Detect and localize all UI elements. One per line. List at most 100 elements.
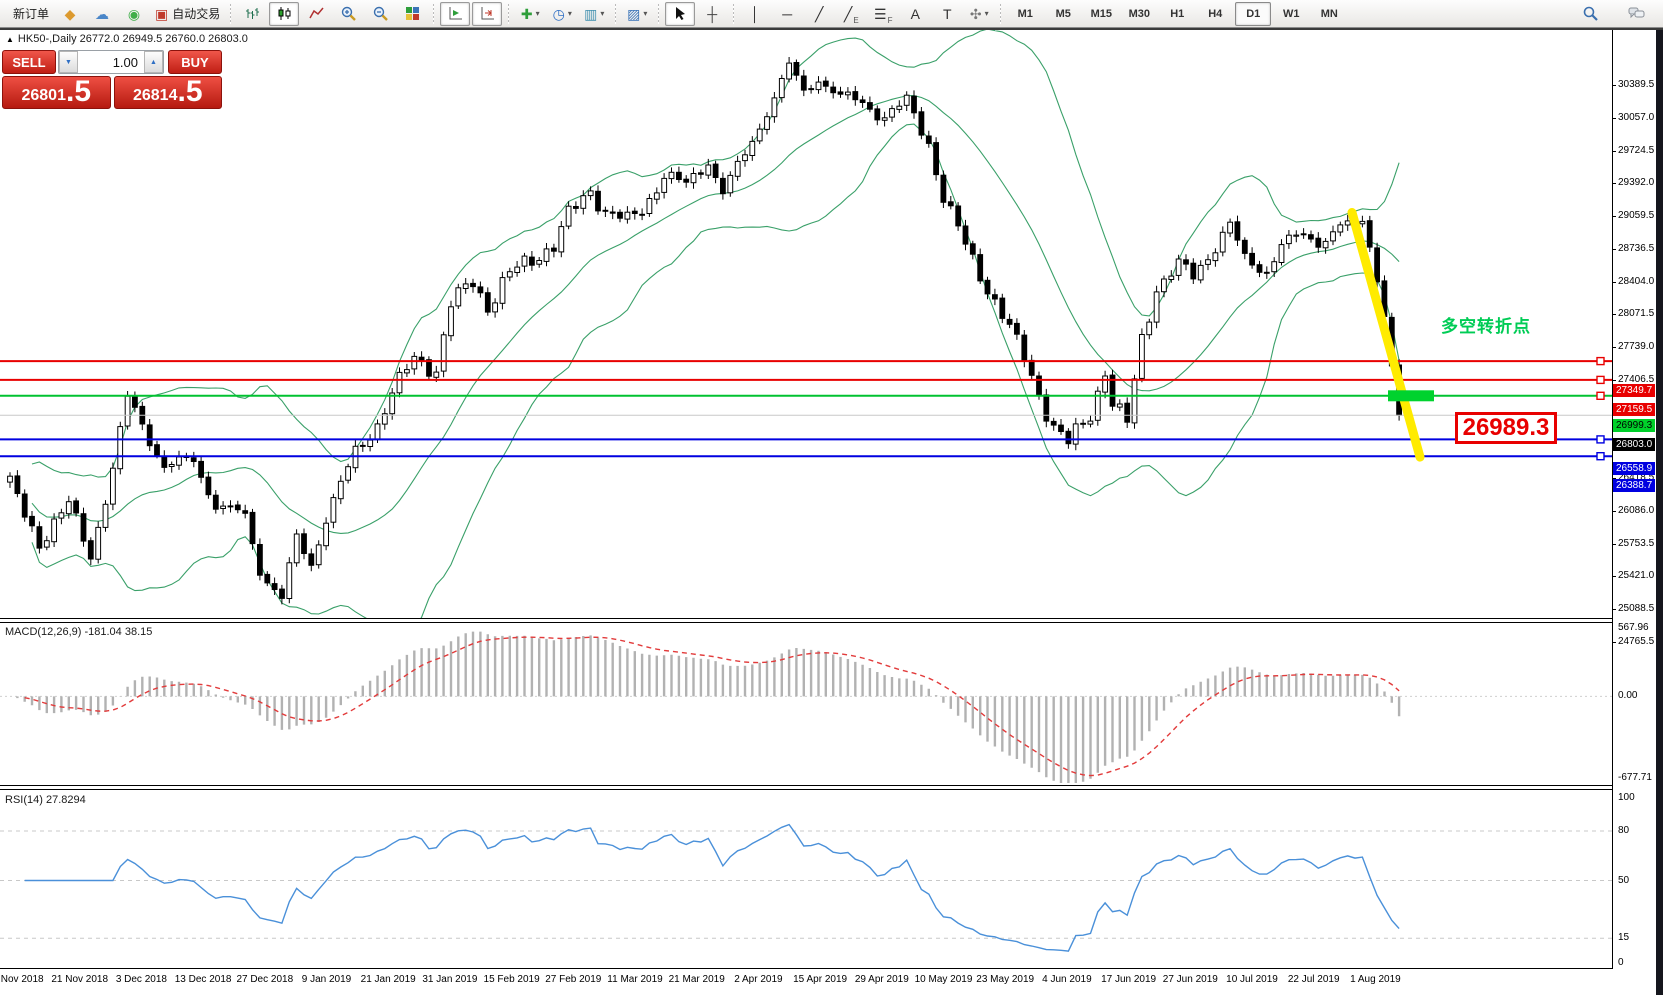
- community-icon[interactable]: ☁: [87, 2, 117, 26]
- auto-scroll-button[interactable]: [440, 2, 470, 26]
- text-button[interactable]: A: [900, 2, 930, 26]
- macd-canvas[interactable]: [0, 623, 1612, 783]
- toolbar-separator: [508, 4, 509, 24]
- timeframe-w1[interactable]: W1: [1273, 2, 1309, 26]
- date-tick: 4 Jun 2019: [1042, 974, 1092, 985]
- price-tick: 28071.5: [1618, 308, 1654, 319]
- trendline-button[interactable]: ╱: [804, 2, 834, 26]
- auto-scroll-icon: [447, 5, 464, 22]
- tile-windows-button[interactable]: [397, 2, 427, 26]
- date-tick: 11 Mar 2019: [607, 974, 662, 985]
- volume-input[interactable]: 1.00: [78, 51, 144, 73]
- date-tick: 9 Nov 2018: [0, 974, 44, 985]
- chart-title: ▲HK50-,Daily 26772.0 26949.5 26760.0 268…: [6, 33, 248, 45]
- line-chart-icon: [308, 5, 325, 22]
- buy-price: 26814: [133, 85, 178, 107]
- zoom-in-button[interactable]: [333, 2, 363, 26]
- timeframe-h1[interactable]: H1: [1159, 2, 1195, 26]
- zoom-in-icon: [340, 5, 357, 22]
- line-chart-button[interactable]: [301, 2, 331, 26]
- vertical-line-button[interactable]: │: [740, 2, 770, 26]
- fibonacci-button[interactable]: ☰F: [868, 2, 898, 26]
- macd-indicator-label: MACD(12,26,9) -181.04 38.15: [5, 626, 152, 638]
- text-label-button[interactable]: T: [932, 2, 962, 26]
- text-label-icon: T: [943, 7, 952, 21]
- timeframe-m30[interactable]: M30: [1121, 2, 1157, 26]
- new-order-button[interactable]: 新订单: [5, 2, 53, 26]
- crosshair-button[interactable]: ┼: [697, 2, 727, 26]
- search-button[interactable]: [1575, 2, 1605, 26]
- price-tick: 26086.0: [1618, 505, 1654, 516]
- chevron-down-icon[interactable]: ▾: [568, 9, 572, 18]
- zoom-out-button[interactable]: [365, 2, 395, 26]
- price-tick: 25088.5: [1618, 603, 1654, 614]
- periods-button[interactable]: ◷▾: [547, 2, 577, 26]
- sell-price: 26801: [21, 85, 66, 107]
- price-tick: 29724.5: [1618, 145, 1654, 156]
- indicators-button[interactable]: ▨▾: [622, 2, 652, 26]
- sell-button[interactable]: SELL: [2, 50, 56, 74]
- date-tick: 2 Apr 2019: [734, 974, 782, 985]
- date-tick: 10 Jul 2019: [1226, 974, 1278, 985]
- buy-price-button[interactable]: 26814 .5: [114, 76, 223, 109]
- timeframe-mn[interactable]: MN: [1311, 2, 1347, 26]
- date-tick: 31 Jan 2019: [422, 974, 477, 985]
- timeframe-m5[interactable]: M5: [1045, 2, 1081, 26]
- turning-point-annotation[interactable]: 多空转折点: [1441, 312, 1531, 337]
- date-tick: 15 Apr 2019: [793, 974, 847, 985]
- bar-chart-button[interactable]: [237, 2, 267, 26]
- equidistant-channel-button[interactable]: ╱E: [836, 2, 866, 26]
- chevron-down-icon[interactable]: ▾: [600, 9, 604, 18]
- date-tick: 29 Apr 2019: [855, 974, 909, 985]
- toolbar-separator: [615, 4, 616, 24]
- timeframe-h4[interactable]: H4: [1197, 2, 1233, 26]
- periods-icon: ◷: [553, 7, 565, 21]
- main-chart-canvas[interactable]: [0, 30, 1612, 618]
- horizontal-line-icon: ─: [782, 7, 792, 21]
- date-axis[interactable]: 9 Nov 201821 Nov 20183 Dec 201813 Dec 20…: [0, 971, 1612, 991]
- templates-button[interactable]: ▥▾: [579, 2, 609, 26]
- chat-button[interactable]: [1621, 2, 1651, 26]
- timeframe-m15[interactable]: M15: [1083, 2, 1119, 26]
- window-edge: [1656, 30, 1663, 995]
- horizontal-line-button[interactable]: ─: [772, 2, 802, 26]
- one-click-trading-panel: SELL ▼ 1.00 ▲ BUY 26801 .5 26814 .5: [2, 50, 222, 109]
- toolbar-separator: [1000, 4, 1001, 24]
- cursor-button[interactable]: [665, 2, 695, 26]
- new-chart-icon: ✚: [521, 7, 533, 21]
- rsi-canvas[interactable]: [0, 791, 1612, 966]
- auto-trading-button[interactable]: ▣自动交易: [151, 2, 224, 26]
- price-tick: 30389.5: [1618, 79, 1654, 90]
- timeframe-d1[interactable]: D1: [1235, 2, 1271, 26]
- sell-price-button[interactable]: 26801 .5: [2, 76, 111, 109]
- pane-separator[interactable]: [0, 785, 1612, 790]
- new-chart-button[interactable]: ✚▾: [515, 2, 545, 26]
- chart-window-icon[interactable]: ◆: [55, 2, 85, 26]
- date-tick: 27 Jun 2019: [1163, 974, 1218, 985]
- chevron-down-icon[interactable]: ▾: [985, 9, 989, 18]
- chevron-down-icon[interactable]: ▾: [643, 9, 647, 18]
- price-tick: 27739.0: [1618, 341, 1654, 352]
- volume-down-button[interactable]: ▼: [59, 51, 78, 73]
- trendline-icon: ╱: [815, 7, 823, 21]
- arrows-button[interactable]: ✣▾: [964, 2, 994, 26]
- collapse-icon[interactable]: ▲: [6, 35, 14, 44]
- price-tick: 28736.5: [1618, 243, 1654, 254]
- mt4-window: 新订单◆☁◉▣自动交易✚▾◷▾▥▾▨▾┼│─╱╱E☰FAT✣▾M1M5M15M3…: [0, 0, 1663, 995]
- toolbar-shadow: [0, 28, 1663, 30]
- buy-button[interactable]: BUY: [168, 50, 222, 74]
- chevron-down-icon[interactable]: ▾: [536, 9, 540, 18]
- volume-stepper: ▼ 1.00 ▲: [58, 50, 164, 74]
- chart-region[interactable]: ▲HK50-,Daily 26772.0 26949.5 26760.0 268…: [0, 30, 1663, 995]
- timeframe-m1[interactable]: M1: [1007, 2, 1043, 26]
- auto-trading-icon: ▣: [155, 7, 168, 21]
- price-scale[interactable]: 30389.530057.029724.529392.029059.528736…: [1613, 30, 1656, 995]
- volume-up-button[interactable]: ▲: [144, 51, 163, 73]
- chart-shift-button[interactable]: [472, 2, 502, 26]
- turning-price-label[interactable]: 26989.3: [1455, 412, 1557, 444]
- candlestick-chart-button[interactable]: [269, 2, 299, 26]
- news-signal-icon[interactable]: ◉: [119, 2, 149, 26]
- templates-icon: ▥: [584, 7, 597, 21]
- candlestick-chart-icon: [276, 5, 293, 22]
- indicators-icon: ▨: [627, 7, 640, 21]
